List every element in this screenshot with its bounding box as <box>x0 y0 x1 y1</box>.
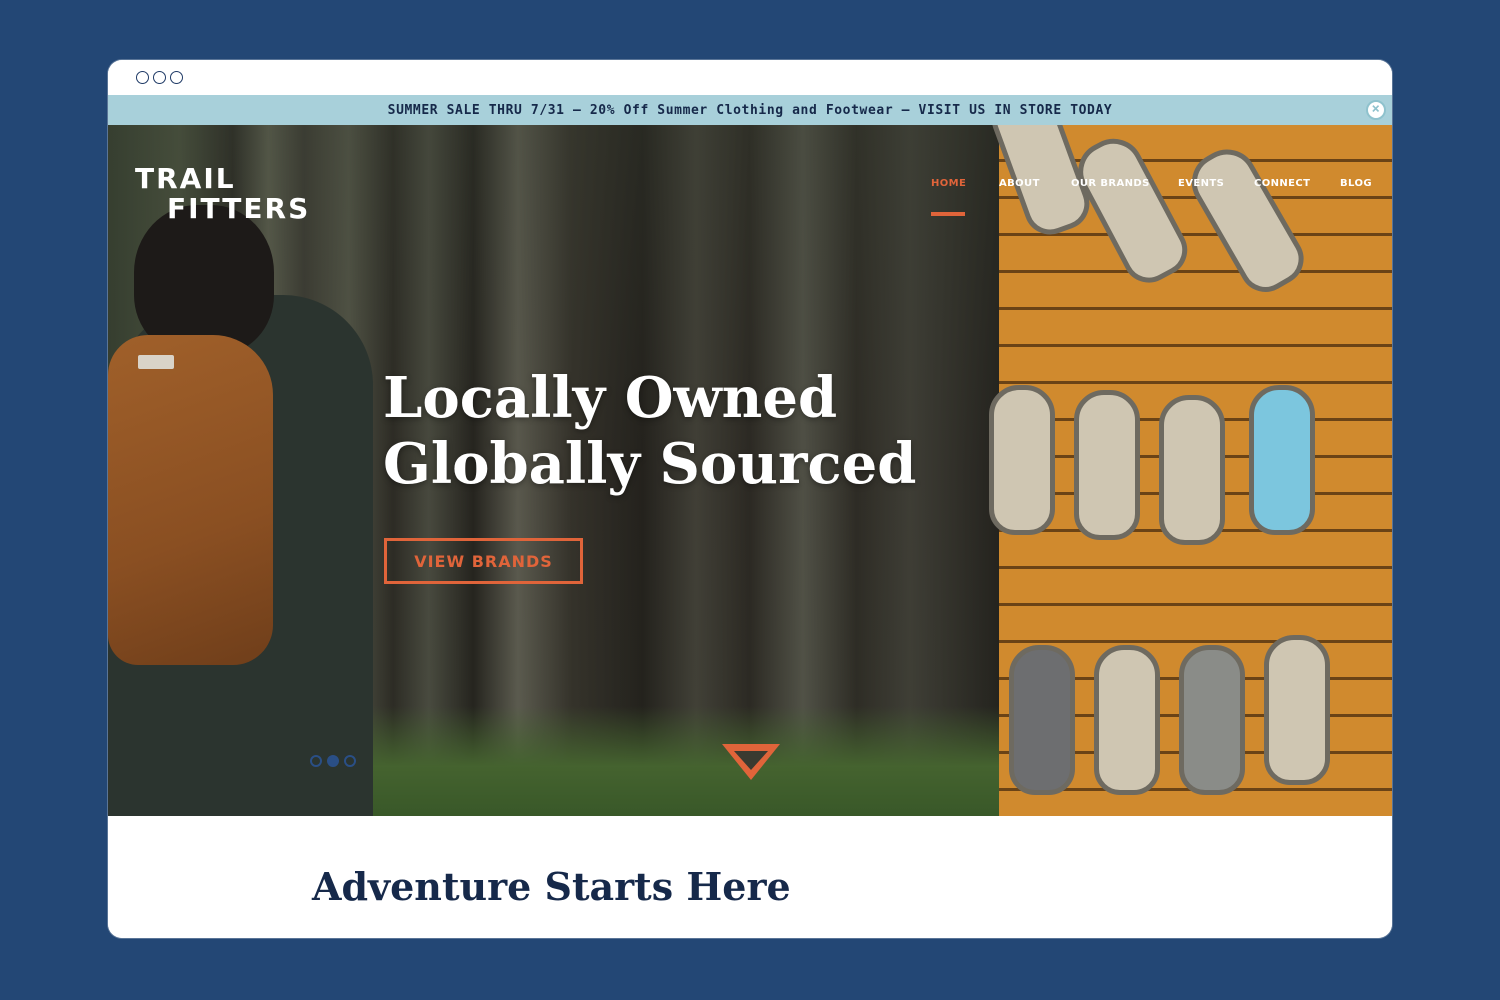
hiker-figure <box>108 185 378 816</box>
content-section: Adventure Starts Here <box>108 816 1392 938</box>
carousel-dot-2[interactable] <box>327 755 339 767</box>
close-icon[interactable]: × <box>1366 100 1386 120</box>
window-close-dot[interactable] <box>136 71 149 84</box>
logo-line-2: FITTERS <box>167 192 311 225</box>
nav-home[interactable]: HOME <box>931 178 966 189</box>
section-title: Adventure Starts Here <box>312 864 791 909</box>
nav-our-brands[interactable]: OUR BRANDS <box>1071 178 1150 189</box>
scroll-down-icon[interactable] <box>720 742 782 782</box>
nav-events[interactable]: EVENTS <box>1178 178 1224 189</box>
promo-banner: SUMMER SALE THRU 7/31 — 20% Off Summer C… <box>108 95 1392 125</box>
carousel-dot-3[interactable] <box>344 755 356 767</box>
window-maximize-dot[interactable] <box>170 71 183 84</box>
window-titlebar <box>108 60 1392 95</box>
headline-line-1: Locally Owned <box>383 365 838 431</box>
nav-connect[interactable]: CONNECT <box>1254 178 1310 189</box>
site-logo[interactable]: TRAIL FITTERS <box>135 165 310 223</box>
hero-headline: Locally Owned Globally Sourced <box>383 365 916 497</box>
backpack <box>108 335 273 665</box>
logo-line-1: TRAIL <box>135 162 236 195</box>
promo-text: SUMMER SALE THRU 7/31 — 20% Off Summer C… <box>387 102 1113 118</box>
window-controls <box>136 71 183 84</box>
headline-line-2: Globally Sourced <box>383 431 917 497</box>
nav-active-indicator <box>931 212 965 216</box>
nav-about[interactable]: ABOUT <box>999 178 1040 189</box>
carousel-dots <box>310 755 356 767</box>
browser-window: SUMMER SALE THRU 7/31 — 20% Off Summer C… <box>108 60 1392 938</box>
hero-sandal-wall-image <box>983 125 1392 816</box>
window-minimize-dot[interactable] <box>153 71 166 84</box>
hero-section: TRAIL FITTERS HOME ABOUT OUR BRANDS EVEN… <box>108 125 1392 816</box>
nav-blog[interactable]: BLOG <box>1340 178 1372 189</box>
carousel-dot-1[interactable] <box>310 755 322 767</box>
view-brands-button[interactable]: VIEW BRANDS <box>384 538 583 584</box>
